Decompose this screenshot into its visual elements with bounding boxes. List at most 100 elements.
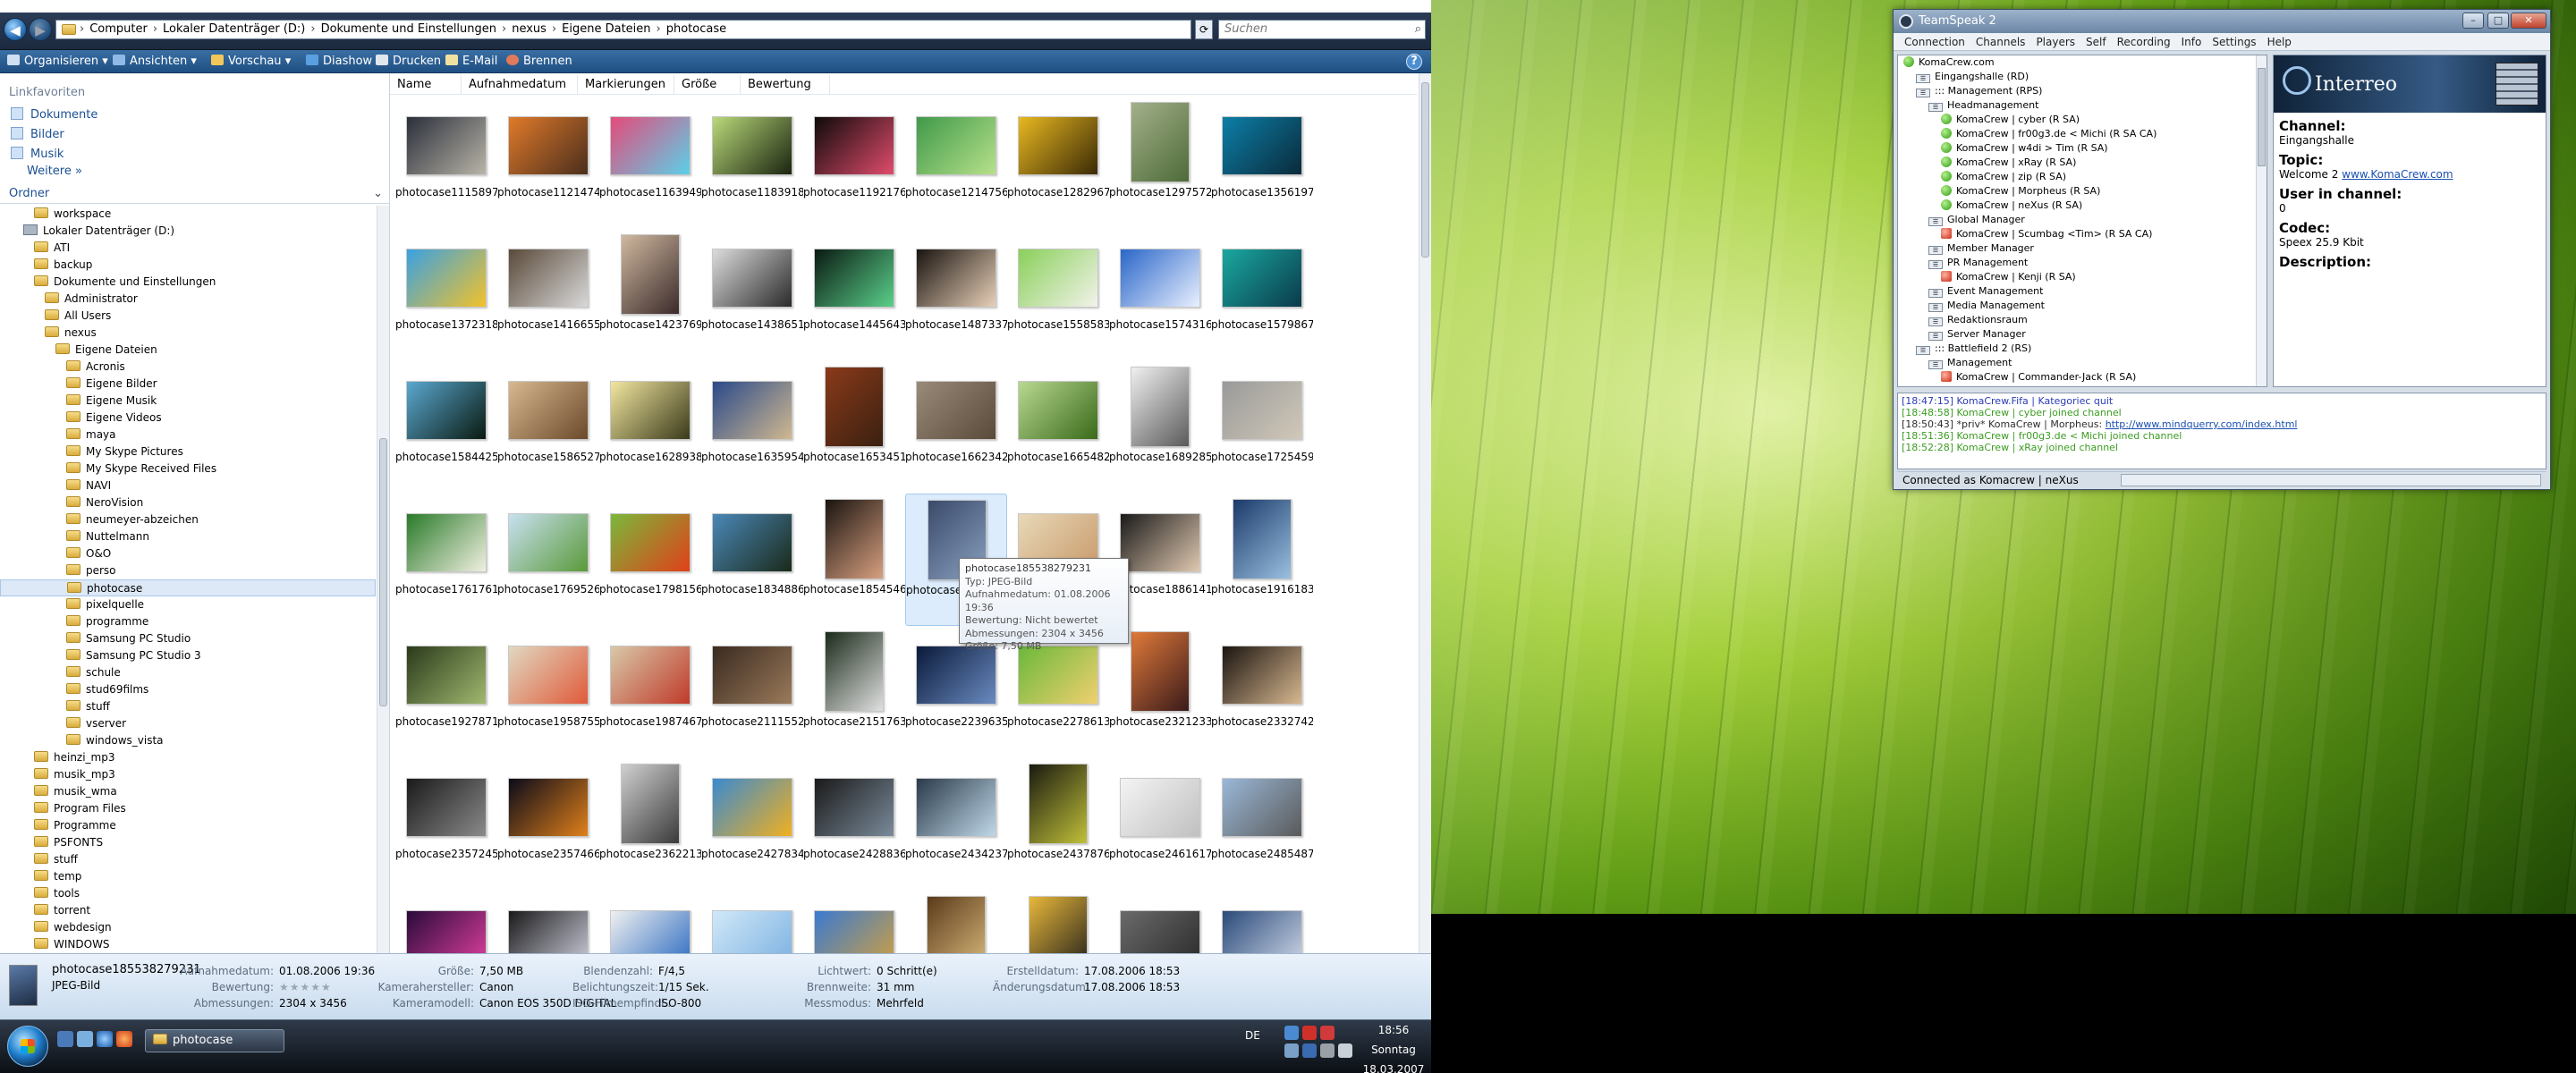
player-item[interactable]: KomaCrew | xRay (R SA)	[1898, 156, 2267, 170]
thumbnail-item[interactable]: photocase1987467...	[599, 626, 701, 758]
organize-button[interactable]: Organisieren ▾	[7, 54, 108, 70]
menu-item[interactable]: Self	[2086, 36, 2106, 48]
task-photocase[interactable]: photocase	[145, 1029, 284, 1052]
column-tags[interactable]: Markierungen	[578, 75, 674, 95]
thumbnail-item[interactable]: photocase1115897...	[395, 97, 497, 229]
thumbnail-item[interactable]: photocase2525598...	[701, 891, 803, 953]
menu-item[interactable]: Connection	[1904, 36, 1965, 48]
thumbnail-item[interactable]: photocase2500144...	[497, 891, 599, 953]
folder-tree-item[interactable]: maya	[0, 427, 376, 444]
channel-item[interactable]: ☰ Redaktionsraum	[1898, 313, 2267, 327]
folder-tree-item[interactable]: windows_vista	[0, 732, 376, 749]
thumbnail-item[interactable]: photocase1628938...	[599, 361, 701, 494]
folder-tree-item[interactable]: Eigene Videos	[0, 410, 376, 427]
folder-tree-item[interactable]: O&O	[0, 545, 376, 562]
channel-item[interactable]: ☰::: Battlefield 2 (RS)	[1898, 342, 2267, 356]
volume-icon[interactable]	[1338, 1043, 1352, 1058]
thumbnail-item[interactable]: photocase1834886...	[701, 494, 803, 626]
folder-tree-item[interactable]: stuff	[0, 698, 376, 715]
thumbnail-item[interactable]: photocase2434237...	[905, 758, 1007, 891]
thumbnail-item[interactable]: photocase1356197...	[1211, 97, 1313, 229]
teamspeak-titlebar[interactable]: TeamSpeak 2 – □ ✕	[1894, 10, 2550, 33]
channel-item[interactable]: ☰ PR Management	[1898, 256, 2267, 270]
folder-tree-item[interactable]: NAVI	[0, 477, 376, 494]
channel-item[interactable]: ☰ Eingangshalle (RD)	[1898, 70, 2267, 84]
topic-link[interactable]: www.KomaCrew.com	[2342, 168, 2453, 181]
folder-tree-item[interactable]: torrent	[0, 902, 376, 919]
favorite-pictures[interactable]: Bilder	[11, 127, 64, 147]
folder-tree-item[interactable]: photocase	[0, 579, 376, 596]
thumbnail-item[interactable]: photocase2530744...	[803, 891, 905, 953]
player-item[interactable]: KomaCrew | w4di > Tim (R SA)	[1898, 141, 2267, 156]
scrollbar-thumb[interactable]	[1421, 82, 1429, 258]
messenger-icon[interactable]	[1320, 1026, 1335, 1040]
player-item[interactable]: KomaCrew | neXus (R SA)	[1898, 199, 2267, 213]
folder-tree-item[interactable]: My Skype Received Files	[0, 460, 376, 477]
email-button[interactable]: E-Mail	[445, 54, 497, 70]
menu-item[interactable]: Recording	[2117, 36, 2171, 48]
folder-tree-item[interactable]: heinzi_mp3	[0, 749, 376, 766]
refresh-button[interactable]: ⟳	[1195, 20, 1213, 39]
thumbnail-item[interactable]: photocase2541958...	[905, 891, 1007, 953]
breadcrumb-item[interactable]: photocase	[666, 22, 726, 36]
player-item[interactable]: KomaCrew | Commander-Jack (R SA)	[1898, 370, 2267, 384]
thumbnail-item[interactable]: photocase1689285...	[1109, 361, 1211, 494]
thumbnail-item[interactable]: photocase1798156...	[599, 494, 701, 626]
folder-tree-item[interactable]: musik_wma	[0, 783, 376, 800]
player-item[interactable]: KomaCrew | Kenji (R SA)	[1898, 270, 2267, 284]
folder-tree-item[interactable]: webdesign	[0, 919, 376, 936]
thumbnail-item[interactable]: photocase1769526...	[497, 494, 599, 626]
folders-header[interactable]: Ordner ⌄	[0, 184, 390, 204]
thumbnail-item[interactable]: photocase1372318...	[395, 229, 497, 361]
column-date-taken[interactable]: Aufnahmedatum	[462, 75, 578, 95]
language-indicator[interactable]: DE	[1245, 1029, 1260, 1042]
thumbnail-item[interactable]: photocase1927871...	[395, 626, 497, 758]
thumbnail-item[interactable]: photocase2485487...	[1211, 758, 1313, 891]
clock[interactable]: 18:56 Sonntag 18.03.2007	[1360, 1020, 1428, 1073]
thumbnail-item[interactable]: photocase1163949...	[599, 97, 701, 229]
forward-button[interactable]: ▶	[29, 18, 52, 41]
breadcrumb-item[interactable]: Computer	[89, 22, 148, 36]
tray-app-icon[interactable]	[1284, 1043, 1299, 1058]
thumbnail-item[interactable]: photocase1854546...	[803, 494, 905, 626]
folder-tree-item[interactable]: ATI	[0, 240, 376, 257]
folder-tree-item[interactable]: tools	[0, 885, 376, 902]
file-list-scrollbar[interactable]	[1419, 73, 1431, 953]
help-icon[interactable]: ?	[1406, 54, 1422, 70]
scrollbar-thumb[interactable]	[379, 438, 387, 706]
thumbnail-item[interactable]: photocase2511236...	[599, 891, 701, 953]
burn-button[interactable]: Brennen	[506, 54, 572, 70]
thumbnail-item[interactable]: photocase1574316...	[1109, 229, 1211, 361]
thumbnail-item[interactable]: photocase1214756...	[905, 97, 1007, 229]
breadcrumb-item[interactable]: Dokumente und Einstellungen	[321, 22, 496, 36]
folder-tree-item[interactable]: pixelquelle	[0, 596, 376, 613]
network-icon[interactable]	[1284, 1026, 1299, 1040]
channel-item[interactable]: ☰::: Management (RPS)	[1898, 84, 2267, 98]
channel-item[interactable]: ☰ Event Management	[1898, 284, 2267, 299]
thumbnail-item[interactable]: photocase1192176...	[803, 97, 905, 229]
folder-tree-item[interactable]: stuff	[0, 851, 376, 868]
thumbnail-item[interactable]: photocase1297572...	[1109, 97, 1211, 229]
breadcrumb-item[interactable]: Eigene Dateien	[562, 22, 650, 36]
channel-item[interactable]: ☰ Global Manager	[1898, 213, 2267, 227]
thumbnail-item[interactable]: photocase2428836...	[803, 758, 905, 891]
folder-tree-item[interactable]: Acronis	[0, 359, 376, 376]
thumbnail-item[interactable]: photocase2427834...	[701, 758, 803, 891]
views-button[interactable]: Ansichten ▾	[113, 54, 197, 70]
thumbnail-item[interactable]: photocase2461617...	[1109, 758, 1211, 891]
antivirus-icon[interactable]	[1302, 1026, 1317, 1040]
switch-windows-icon[interactable]	[77, 1031, 93, 1047]
thumbnail-item[interactable]: photocase2578836...	[1211, 891, 1313, 953]
thumbnail-item[interactable]: photocase1761761...	[395, 494, 497, 626]
thumbnail-item[interactable]: photocase2561082...	[1109, 891, 1211, 953]
channel-item[interactable]: ☰ Media Management	[1898, 299, 2267, 313]
folder-tree-item[interactable]: Samsung PC Studio	[0, 630, 376, 647]
folder-tree-item[interactable]: programme	[0, 613, 376, 630]
minimize-button[interactable]: –	[2462, 13, 2484, 29]
column-size[interactable]: Größe	[674, 75, 741, 95]
thumbnail-item[interactable]: photocase1916183...	[1211, 494, 1313, 626]
thumbnail-item[interactable]: photocase2332742...	[1211, 626, 1313, 758]
folder-tree-item[interactable]: PSFONTS	[0, 834, 376, 851]
thumbnail-item[interactable]: photocase1958755...	[497, 626, 599, 758]
thumbnail-item[interactable]: photocase2151763...	[803, 626, 905, 758]
